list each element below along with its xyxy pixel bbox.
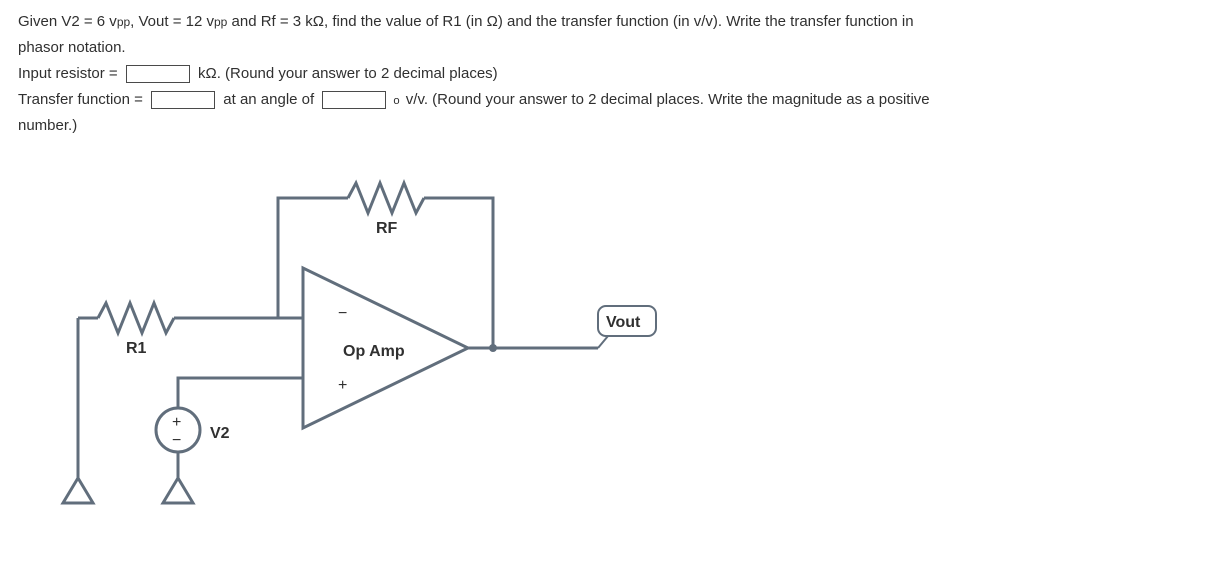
subscript: pp [214,13,227,32]
wire [424,198,493,348]
question-text: Given V2 = 6 vpp, Vout = 12 vpp and Rf =… [18,10,1191,138]
transfer-suffix-text: v/v. (Round your answer to 2 decimal pla… [402,88,930,112]
ground-icon [63,478,93,503]
input-resistor-field[interactable] [126,65,190,83]
input-resistor-line: Input resistor = kΩ. (Round your answer … [18,62,1191,86]
source-plus: + [172,414,181,431]
transfer-function-line: Transfer function = at an angle of o v/v… [18,88,1191,112]
source-minus: − [172,432,181,449]
wire [178,378,198,408]
v2-label: V2 [210,425,230,442]
rf-label: RF [376,220,398,237]
text: number.) [18,114,77,138]
r1-label: R1 [126,340,147,357]
text: , Vout = 12 v [130,10,214,34]
text: phasor notation. [18,36,126,60]
magnitude-field[interactable] [151,91,215,109]
opamp-minus: − [338,305,347,322]
transfer-mid-text: at an angle of [219,88,318,112]
text: Given V2 = 6 v [18,10,117,34]
resistor-rf-icon [348,183,424,213]
resistor-r1-icon [98,303,174,333]
opamp-plus: + [338,377,347,394]
node-dot [489,344,497,352]
angle-field[interactable] [322,91,386,109]
input-resistor-label: Input resistor = [18,62,122,86]
subscript: pp [117,13,130,32]
circuit-diagram: R1 RF + − V2 − + Op Amp Vout [38,158,1191,558]
question-line-5: number.) [18,114,1191,138]
question-line-2: phasor notation. [18,36,1191,60]
input-resistor-suffix: kΩ. (Round your answer to 2 decimal plac… [194,62,498,86]
vout-pointer [598,336,608,348]
ground-icon [163,478,193,503]
question-line-1: Given V2 = 6 vpp, Vout = 12 vpp and Rf =… [18,10,1191,34]
degree-symbol: o [393,92,399,110]
vout-label: Vout [606,314,641,331]
opamp-label: Op Amp [343,343,405,360]
transfer-function-label: Transfer function = [18,88,147,112]
text: and Rf = 3 kΩ, find the value of R1 (in … [227,10,913,34]
